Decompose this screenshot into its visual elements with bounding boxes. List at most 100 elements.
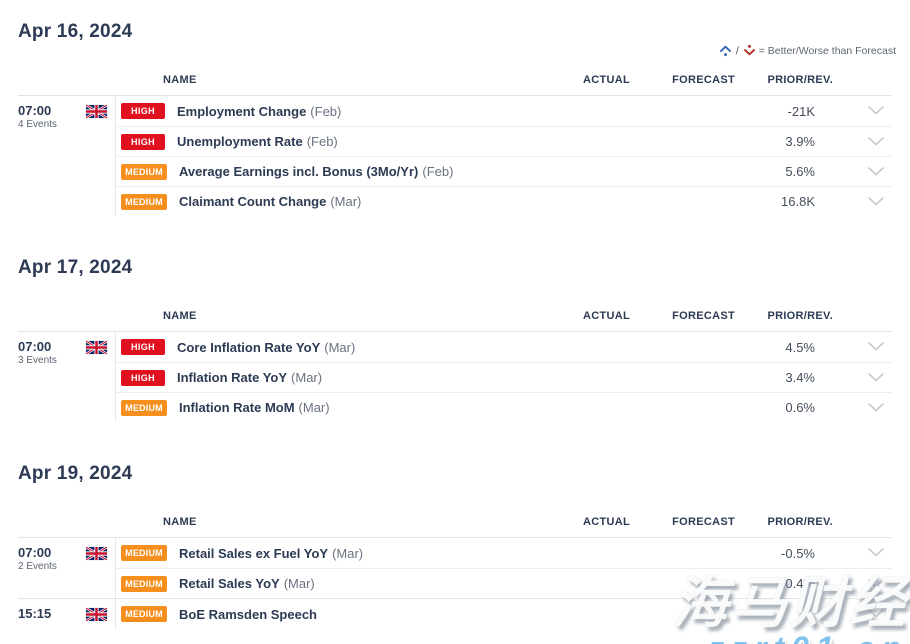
prior-value: -0.4% <box>735 576 833 591</box>
chevron-down-icon <box>868 575 884 593</box>
legend-separator: / <box>736 45 739 57</box>
expand-row-button[interactable] <box>833 399 892 417</box>
date-heading: Apr 17, 2024 <box>18 256 892 279</box>
event-row[interactable]: MEDIUMRetail Sales ex Fuel YoY(Mar)-0.5% <box>116 538 892 568</box>
event-rows: MEDIUMRetail Sales ex Fuel YoY(Mar)-0.5%… <box>115 538 892 598</box>
event-row[interactable]: MEDIUMBoE Ramsden Speech <box>116 599 892 629</box>
expand-row-button[interactable] <box>833 193 892 211</box>
importance-badge: MEDIUM <box>121 606 167 622</box>
date-heading: Apr 16, 2024 <box>18 20 892 43</box>
prior-value: -21K <box>735 104 833 119</box>
time-cell: 07:004 Events <box>18 96 115 216</box>
event-row[interactable]: MEDIUMRetail Sales YoY(Mar)-0.4% <box>116 568 892 598</box>
importance-badge: HIGH <box>121 103 165 119</box>
expand-row-button[interactable] <box>833 338 892 356</box>
uk-flag-icon <box>86 606 107 626</box>
expand-row-button[interactable] <box>833 163 892 181</box>
column-header-prior: PRIOR/REV. <box>735 310 833 322</box>
event-period: (Mar) <box>291 370 322 385</box>
column-header-prior: PRIOR/REV. <box>735 516 833 528</box>
event-name: Retail Sales YoY <box>179 576 280 591</box>
event-name: Retail Sales ex Fuel YoY <box>179 546 328 561</box>
expand-row-button[interactable] <box>833 575 892 593</box>
prior-value: 0.6% <box>735 400 833 415</box>
event-row[interactable]: MEDIUMClaimant Count Change(Mar)16.8K <box>116 186 892 216</box>
worse-down-icon <box>743 44 756 57</box>
importance-badge: MEDIUM <box>121 545 167 561</box>
column-header-name: NAME <box>115 74 540 86</box>
event-rows: HIGHCore Inflation Rate YoY(Mar)4.5%HIGH… <box>115 332 892 422</box>
expand-row-button[interactable] <box>833 133 892 151</box>
events-table: NAMEACTUALFORECASTPRIOR/REV. 07:004 Event… <box>18 74 892 216</box>
prior-value: 16.8K <box>735 194 833 209</box>
uk-flag-icon <box>86 103 107 123</box>
event-row[interactable]: HIGH Employment Change (Feb) -21K <box>116 96 892 126</box>
event-row[interactable]: HIGHCore Inflation Rate YoY(Mar)4.5% <box>116 332 892 362</box>
chevron-down-icon <box>868 133 884 151</box>
column-header-forecast: FORECAST <box>630 310 735 322</box>
chevron-down-icon <box>868 605 884 623</box>
event-rows: HIGHEmployment Change(Feb)-21KHIGHUnempl… <box>115 96 892 216</box>
event-period: (Mar) <box>299 400 330 415</box>
event-row[interactable]: MEDIUMInflation Rate MoM(Mar)0.6% <box>116 392 892 422</box>
chevron-down-icon <box>868 544 884 562</box>
time-label: 07:00 <box>18 545 57 560</box>
event-period: (Feb) <box>422 164 453 179</box>
column-header-actual: ACTUAL <box>540 516 630 528</box>
importance-badge: MEDIUM <box>121 194 167 210</box>
column-header-name: NAME <box>115 310 540 322</box>
event-name: Core Inflation Rate YoY <box>177 340 320 355</box>
legend: / = Better/Worse than Forecast <box>719 44 896 57</box>
chevron-down-icon <box>868 163 884 181</box>
expand-row-button[interactable] <box>833 102 892 120</box>
chevron-down-icon <box>868 399 884 417</box>
chevron-down-icon <box>868 369 884 387</box>
time-block: 07:004 Events <box>18 103 57 130</box>
event-row[interactable]: MEDIUMAverage Earnings incl. Bonus (3Mo/… <box>116 156 892 186</box>
chevron-down-icon <box>868 193 884 211</box>
column-header-forecast: FORECAST <box>630 516 735 528</box>
importance-badge: MEDIUM <box>121 576 167 592</box>
event-period: (Mar) <box>332 546 363 561</box>
event-name-cell: HIGH Employment Change (Feb) <box>116 103 540 119</box>
time-group: 07:004 EventsHIGHEmployment Change(Feb)-… <box>18 96 892 216</box>
event-row[interactable]: HIGHInflation Rate YoY(Mar)3.4% <box>116 362 892 392</box>
time-block: 07:003 Events <box>18 339 57 366</box>
importance-badge: HIGH <box>121 339 165 355</box>
time-cell: 07:003 Events <box>18 332 115 422</box>
column-header-prior: PRIOR/REV. <box>735 74 833 86</box>
event-name-cell: HIGHUnemployment Rate(Feb) <box>116 134 540 150</box>
events-count: 3 Events <box>18 355 57 366</box>
event-name: Inflation Rate YoY <box>177 370 287 385</box>
events-count: 4 Events <box>18 119 57 130</box>
importance-badge: MEDIUM <box>121 164 167 180</box>
time-group: 07:003 Events HIGH Core Inflation Rate YoY… <box>18 332 892 422</box>
importance-badge: HIGH <box>121 370 165 386</box>
event-name-cell: HIGH Inflation Rate YoY (Mar) <box>116 370 540 386</box>
column-header-forecast: FORECAST <box>630 74 735 86</box>
calendar-day-section: Apr 17, 2024 NAMEACTUALFORECASTPRIOR/REV.… <box>18 256 892 422</box>
event-period: (Feb) <box>310 104 341 119</box>
event-name-cell: MEDIUMBoE Ramsden Speech <box>116 606 540 622</box>
column-header-actual: ACTUAL <box>540 74 630 86</box>
event-period: (Feb) <box>307 134 338 149</box>
time-group: 07:002 Events MEDIUM Retail Sales ex Fuel … <box>18 538 892 598</box>
events-count: 2 Events <box>18 561 57 572</box>
time-label: 07:00 <box>18 339 57 354</box>
event-name-cell: MEDIUM Retail Sales ex Fuel YoY (Mar) <box>116 545 540 561</box>
prior-value: 3.9% <box>735 134 833 149</box>
event-name: Claimant Count Change <box>179 194 326 209</box>
time-cell: 15:15 <box>18 599 115 629</box>
event-name: Employment Change <box>177 104 306 119</box>
event-rows: MEDIUMBoE Ramsden Speech <box>115 599 892 629</box>
expand-row-button[interactable] <box>833 544 892 562</box>
time-cell: 07:002 Events <box>18 538 115 598</box>
time-label: 15:15 <box>18 606 51 621</box>
expand-row-button[interactable] <box>833 369 892 387</box>
event-row[interactable]: HIGHUnemployment Rate(Feb) 3.9% <box>116 126 892 156</box>
expand-row-button[interactable] <box>833 605 892 623</box>
column-header-name: NAME <box>115 516 540 528</box>
table-header-row: NAMEACTUALFORECASTPRIOR/REV. <box>18 74 892 96</box>
events-table: NAMEACTUALFORECASTPRIOR/REV.07:003 Event… <box>18 310 892 422</box>
table-header-row: NAMEACTUALFORECASTPRIOR/REV. <box>18 310 892 332</box>
